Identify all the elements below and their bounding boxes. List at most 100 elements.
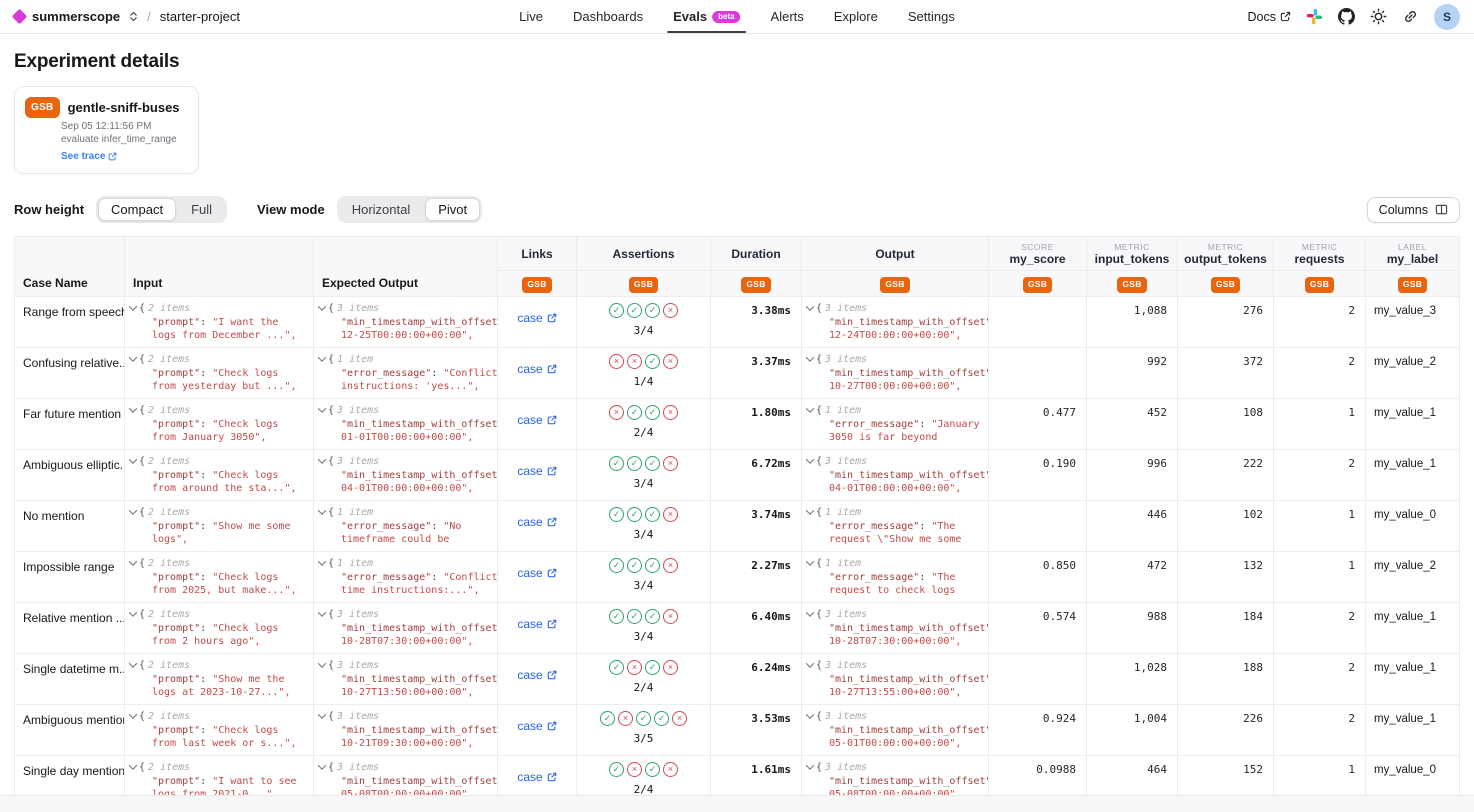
tab-dashboards[interactable]: Dashboards [573,0,643,33]
links-cell: case [498,348,577,399]
expand-chevron-icon[interactable] [318,659,326,667]
column-experiment-badge: GSB [1023,277,1052,292]
expand-chevron-icon[interactable] [129,302,137,310]
item-count: 2 items [148,660,190,671]
assertion-fail-icon: × [609,354,624,369]
case-link[interactable]: case [517,719,556,733]
org-name[interactable]: summerscope [32,9,120,24]
expand-chevron-icon[interactable] [129,659,137,667]
col-header-input-tokens: METRICinput_tokens [1087,237,1178,271]
expand-chevron-icon[interactable] [318,404,326,412]
slack-icon[interactable] [1306,8,1323,25]
label-cell: my_value_1 [1366,450,1460,501]
columns-icon [1435,203,1448,216]
score-cell: 0.924 [989,705,1087,756]
output-cell: {3 items"min_timestamp_with_offset":12-2… [802,297,989,348]
tab-settings[interactable]: Settings [908,0,955,33]
item-count: 3 items [337,609,379,620]
external-link-icon [547,670,557,680]
expand-chevron-icon[interactable] [129,710,137,718]
docs-link[interactable]: Docs [1248,10,1291,24]
output-cell: {3 items"min_timestamp_with_offset":10-2… [802,348,989,399]
tab-alerts[interactable]: Alerts [771,0,804,33]
expand-chevron-icon[interactable] [318,608,326,616]
case-link[interactable]: case [517,515,556,529]
expand-chevron-icon[interactable] [806,302,814,310]
table-row: Ambiguous mention {2 items"prompt": "Che… [15,705,1460,756]
case-link[interactable]: case [517,617,556,631]
expand-chevron-icon[interactable] [129,557,137,565]
expand-chevron-icon[interactable] [318,710,326,718]
item-count: 2 items [148,558,190,569]
tab-evals[interactable]: Evals beta [673,0,740,33]
json-preview-line: 10-28T07:30:00+00:00", [829,635,988,648]
tab-explore[interactable]: Explore [834,0,878,33]
expand-chevron-icon[interactable] [806,659,814,667]
expand-chevron-icon[interactable] [129,455,137,463]
expand-chevron-icon[interactable] [806,455,814,463]
assertion-pass-icon: ✓ [654,711,669,726]
expand-chevron-icon[interactable] [318,302,326,310]
case-link[interactable]: case [517,770,556,784]
user-avatar[interactable]: S [1434,4,1460,30]
expand-chevron-icon[interactable] [318,353,326,361]
col-header-links: Links [498,237,577,271]
expand-chevron-icon[interactable] [129,761,137,769]
expand-chevron-icon[interactable] [129,353,137,361]
col-header-my-label: LABELmy_label [1366,237,1460,271]
case-link[interactable]: case [517,362,556,376]
input-cell: {2 items"prompt": "Show me thelogs at 20… [125,654,314,705]
row-height-full-button[interactable]: Full [178,198,225,221]
expand-chevron-icon[interactable] [129,608,137,616]
assertion-fail-icon: × [663,762,678,777]
expand-chevron-icon[interactable] [806,404,814,412]
label-cell: my_value_0 [1366,501,1460,552]
assertion-pass-icon: ✓ [645,558,660,573]
case-name-cell: Ambiguous elliptic... [15,450,125,501]
github-icon[interactable] [1338,8,1355,25]
theme-icon[interactable] [1370,8,1387,25]
org-selector-icon[interactable] [129,10,138,23]
expand-chevron-icon[interactable] [129,506,137,514]
case-link[interactable]: case [517,464,556,478]
expand-chevron-icon[interactable] [806,710,814,718]
view-mode-pivot-button[interactable]: Pivot [425,198,480,221]
expand-chevron-icon[interactable] [806,557,814,565]
see-trace-link[interactable]: See trace [61,151,117,162]
expand-chevron-icon[interactable] [129,404,137,412]
row-height-compact-button[interactable]: Compact [98,198,176,221]
output-tokens-cell: 188 [1178,654,1274,705]
assertion-score: 2/4 [577,681,710,694]
expand-chevron-icon[interactable] [318,506,326,514]
tab-live[interactable]: Live [519,0,543,33]
copy-link-icon[interactable] [1402,8,1419,25]
assertion-pass-icon: ✓ [609,762,624,777]
json-preview-line: 05-01T00:00:00+00:00", [829,737,988,750]
json-preview-line: "min_timestamp_with_offset": [341,316,497,329]
case-link[interactable]: case [517,566,556,580]
expand-chevron-icon[interactable] [318,557,326,565]
output-cell: {3 items"min_timestamp_with_offset":10-2… [802,654,989,705]
assertion-pass-icon: ✓ [645,609,660,624]
expand-chevron-icon[interactable] [806,353,814,361]
expand-chevron-icon[interactable] [806,506,814,514]
project-name[interactable]: starter-project [160,9,240,24]
case-link[interactable]: case [517,311,556,325]
expand-chevron-icon[interactable] [318,455,326,463]
assertions-cell: ××✓×1/4 [577,348,711,399]
assertion-pass-icon: ✓ [627,507,642,522]
expand-chevron-icon[interactable] [806,761,814,769]
expand-chevron-icon[interactable] [806,608,814,616]
case-link[interactable]: case [517,668,556,682]
view-mode-horizontal-button[interactable]: Horizontal [339,198,424,221]
assertion-pass-icon: ✓ [645,354,660,369]
output-cell: {1 item"error_message": "Therequest to c… [802,552,989,603]
columns-button[interactable]: Columns [1367,197,1460,223]
col-header-requests: METRICrequests [1274,237,1366,271]
json-preview-line: "prompt": "Check logs [152,571,313,584]
case-link[interactable]: case [517,413,556,427]
output-tokens-cell: 226 [1178,705,1274,756]
assertions-cell: ✓✓✓×3/4 [577,552,711,603]
expand-chevron-icon[interactable] [318,761,326,769]
output-tokens-cell: 276 [1178,297,1274,348]
